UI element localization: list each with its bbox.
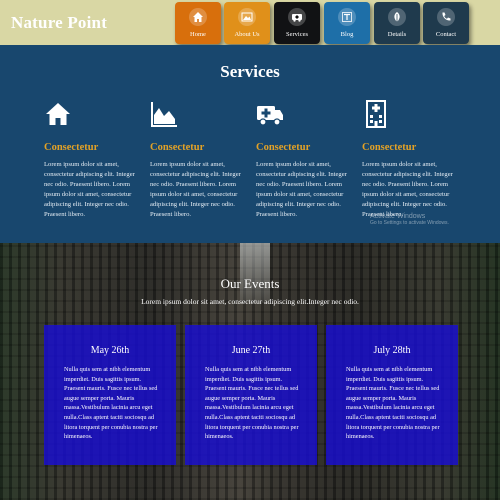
nav-services-label: Services	[285, 31, 309, 38]
text-icon	[338, 8, 356, 26]
service-description: Lorem ipsum dolor sit amet, consectetur …	[362, 161, 453, 218]
service-description: Lorem ipsum dolor sit amet, consectetur …	[44, 161, 135, 218]
event-description: Nulla quis sem at nibh elementum imperdi…	[346, 366, 440, 441]
nav-details-label: Details	[387, 31, 407, 38]
nav-about-label: About Us	[234, 31, 260, 38]
waterfall-background	[240, 243, 270, 303]
ambulance-icon	[256, 100, 284, 128]
nav-blog-label: Blog	[340, 31, 354, 38]
event-date: July 28th	[373, 345, 411, 356]
hospital-icon	[362, 100, 390, 128]
image-icon	[238, 8, 256, 26]
nav-contact-button[interactable]: Contact	[423, 2, 469, 44]
activate-windows-watermark: Activate Windows Go to Settings to activ…	[370, 213, 449, 226]
event-description: Nulla quis sem at nibh elementum imperdi…	[64, 366, 158, 441]
event-card: May 26th Nulla quis sem at nibh elementu…	[44, 325, 176, 465]
event-date: June 27th	[231, 345, 271, 356]
service-description: Lorem ipsum dolor sit amet, consectetur …	[150, 161, 241, 218]
events-section: Our Events Lorem ipsum dolor sit amet, c…	[0, 243, 500, 500]
ambulance-icon	[288, 8, 306, 26]
watermark-line-2: Go to Settings to activate Windows.	[370, 220, 449, 226]
services-section: Services Consectetur Lorem ipsum dolor s…	[0, 45, 500, 243]
event-card: July 28th Nulla quis sem at nibh element…	[326, 325, 458, 465]
nav-blog-button[interactable]: Blog	[324, 2, 370, 44]
event-date: May 26th	[90, 345, 130, 356]
site-header: Nature Point Home About Us Services Blog	[0, 0, 500, 45]
main-nav: Home About Us Services Blog Details Cont…	[0, 2, 500, 44]
service-heading: Consectetur	[44, 142, 99, 153]
service-heading: Consectetur	[256, 142, 311, 153]
event-card: June 27th Nulla quis sem at nibh element…	[185, 325, 317, 465]
event-description: Nulla quis sem at nibh elementum imperdi…	[205, 366, 299, 441]
nav-details-button[interactable]: Details	[374, 2, 420, 44]
nav-home-label: Home	[190, 31, 206, 38]
nav-contact-label: Contact	[435, 31, 457, 38]
home-icon	[44, 100, 72, 128]
services-title: Services	[220, 62, 280, 81]
phone-icon	[437, 8, 455, 26]
service-heading: Consectetur	[362, 142, 417, 153]
nav-services-button[interactable]: Services	[274, 2, 320, 44]
leaf-icon	[388, 8, 406, 26]
service-heading: Consectetur	[150, 142, 205, 153]
events-subtitle: Lorem ipsum dolor sit amet, consectetur …	[141, 297, 359, 306]
home-icon	[189, 8, 207, 26]
nav-about-button[interactable]: About Us	[224, 2, 270, 44]
watermark-line-1: Activate Windows	[370, 213, 426, 220]
events-title: Our Events	[220, 276, 280, 291]
service-description: Lorem ipsum dolor sit amet, consectetur …	[256, 161, 347, 218]
area-chart-icon	[150, 100, 178, 128]
nav-home-button[interactable]: Home	[175, 2, 221, 44]
